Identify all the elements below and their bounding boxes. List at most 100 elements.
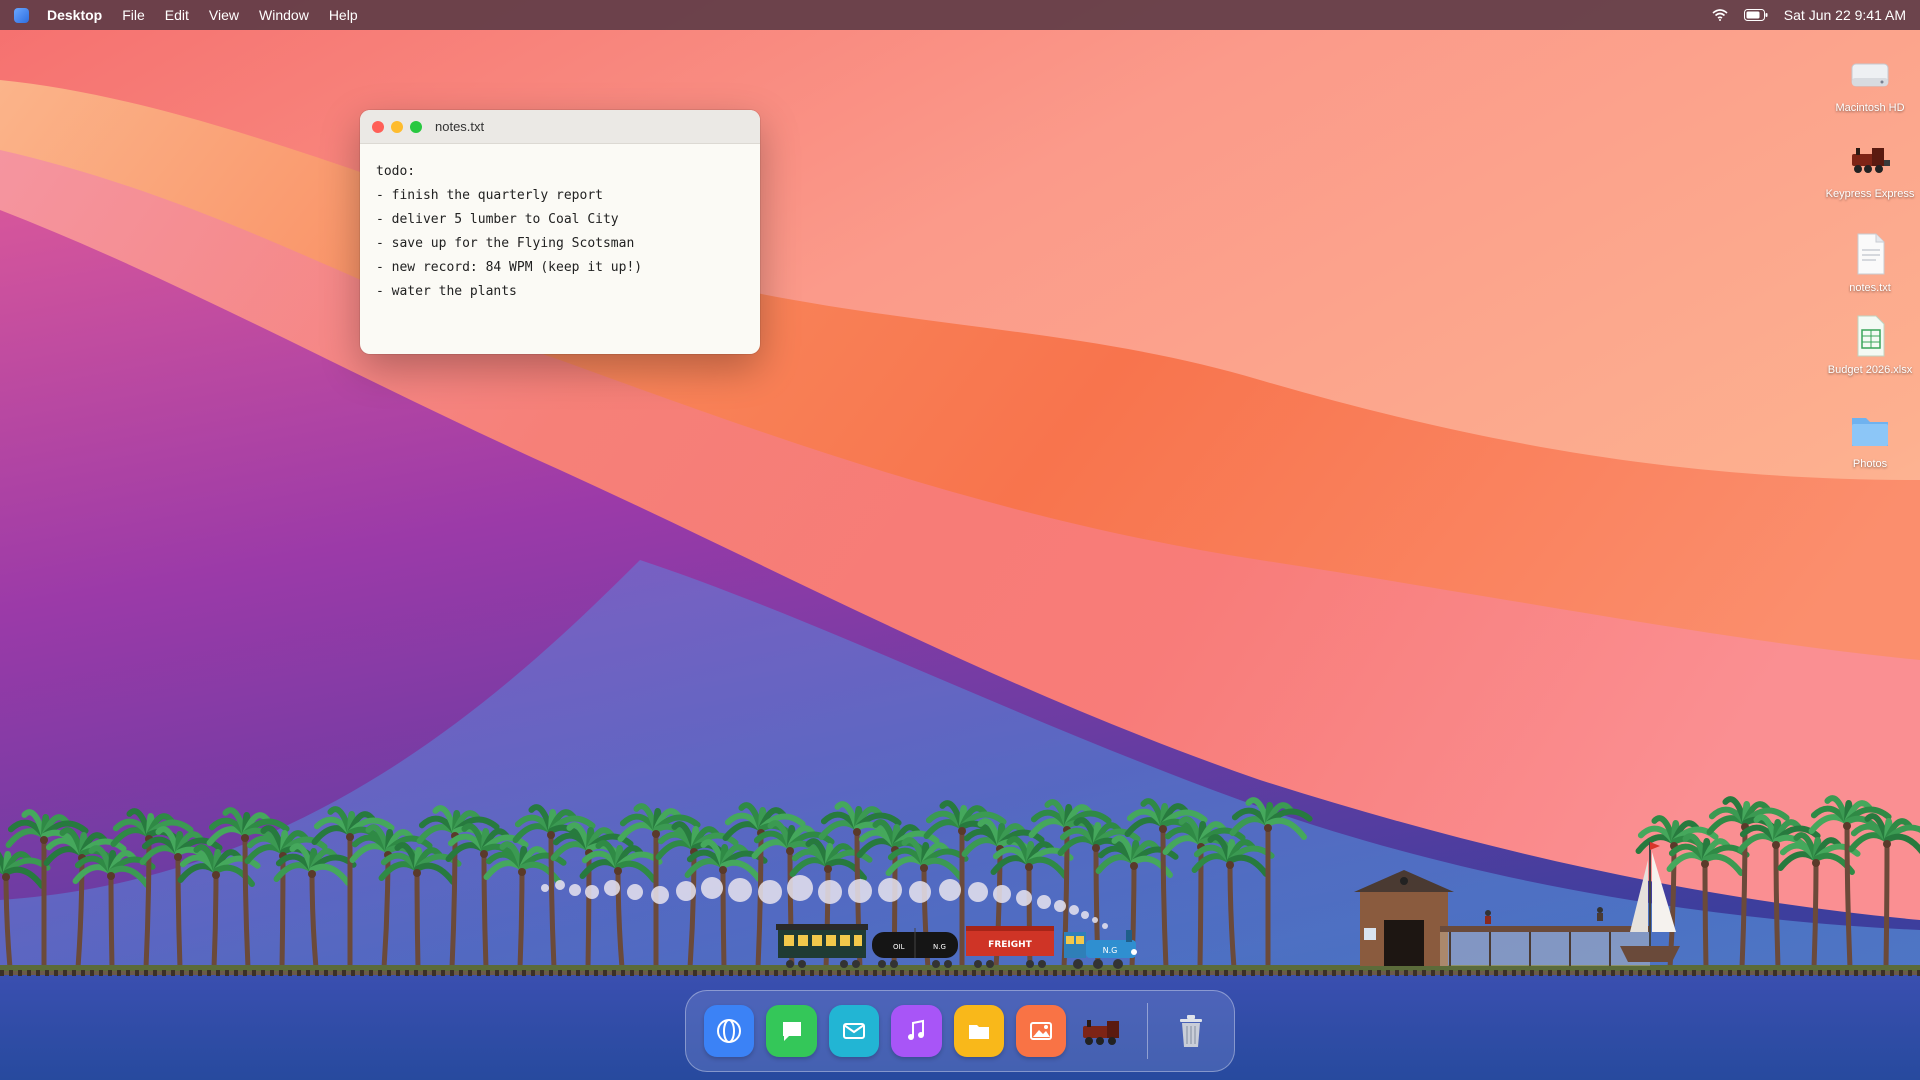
rail-tie [747, 970, 751, 976]
rail-tie [495, 970, 499, 976]
close-button[interactable] [372, 120, 384, 133]
rail-tie [1899, 970, 1903, 976]
dock-app-mail[interactable] [828, 1005, 880, 1057]
rail-tie [1368, 970, 1372, 976]
apple-menu-icon[interactable] [14, 7, 29, 23]
rail-tie [873, 970, 877, 976]
rail-tie [1251, 970, 1255, 976]
rail-tie [1737, 970, 1741, 976]
rail-tie [432, 970, 436, 976]
rail-tie [1422, 970, 1426, 976]
rail-tie [1629, 970, 1633, 976]
rail-tie [666, 970, 670, 976]
menu-view[interactable]: View [209, 7, 239, 23]
notes-text-area[interactable]: todo: - finish the quarterly report - de… [360, 144, 760, 320]
rail-tie [252, 970, 256, 976]
wifi-icon[interactable] [1712, 9, 1728, 21]
rail-tie [603, 970, 607, 976]
rail-tie [396, 970, 400, 976]
rail-tie [1530, 970, 1534, 976]
rail-tie [1062, 970, 1066, 976]
rail-tie [1476, 970, 1480, 976]
photos-icon [1030, 1022, 1053, 1040]
rail-tie [243, 970, 247, 976]
menu-help[interactable]: Help [329, 7, 358, 23]
dock-app-music[interactable] [891, 1005, 942, 1057]
rail-tie [126, 970, 130, 976]
rail-tie [1557, 970, 1561, 976]
rail-tie [135, 970, 139, 976]
rail-tie [1800, 970, 1804, 976]
rail-tie [324, 970, 328, 976]
dock-app-keypress-express[interactable] [1078, 1005, 1128, 1057]
palm-tree [72, 845, 156, 969]
palm-tree [1229, 797, 1313, 968]
dock-app-messages[interactable] [766, 1005, 817, 1057]
desktop-icon-macintosh-hd[interactable]: Macintosh HD [1820, 50, 1920, 115]
desktop-icon-keypress-express[interactable]: Keypress Express [1820, 136, 1920, 201]
zoom-button[interactable] [410, 120, 422, 133]
rail-tie [333, 970, 337, 976]
rail-tie [378, 970, 382, 976]
desktop-icon-photos[interactable]: Photos [1820, 406, 1920, 471]
palm-tree [1848, 813, 1920, 969]
rail-tie [1674, 970, 1678, 976]
rail-tie [702, 970, 706, 976]
rail-tie [1701, 970, 1705, 976]
rail-tie [1287, 970, 1291, 976]
battery-icon[interactable] [1743, 9, 1768, 21]
desktop-icon-notes[interactable]: notes.txt [1820, 230, 1920, 295]
active-app-name[interactable]: Desktop [47, 7, 102, 23]
rail-tie [1215, 970, 1219, 976]
minimize-button[interactable] [391, 120, 403, 133]
rail-tie [1305, 970, 1309, 976]
spreadsheet-icon [1857, 315, 1885, 357]
palm-tree [0, 851, 51, 969]
rail-tie [261, 970, 265, 976]
rail-tie [1818, 970, 1822, 976]
menu-clock[interactable]: Sat Jun 22 9:41 AM [1784, 7, 1906, 23]
desktop-icon-budget[interactable]: Budget 2026.xlsx [1820, 312, 1920, 377]
rail-tie [1782, 970, 1786, 976]
rail-tie [1485, 970, 1489, 976]
folder-icon [968, 1025, 989, 1039]
rail-tie [1467, 970, 1471, 976]
rail-tie [1053, 970, 1057, 976]
palm-tree [684, 839, 768, 969]
menu-window[interactable]: Window [259, 7, 309, 23]
rail-tie [630, 970, 634, 976]
rail-tie [1134, 970, 1138, 976]
dock-trash[interactable] [1166, 1005, 1216, 1057]
desktop-scenery: OIL N.G FREIGHT N.G [0, 795, 1920, 976]
rail-tie [1719, 970, 1723, 976]
rail-tie [1026, 970, 1030, 976]
rail-tie [1503, 970, 1507, 976]
rail-tie [1161, 970, 1165, 976]
dock-app-browser[interactable] [704, 1005, 755, 1057]
rail-tie [387, 970, 391, 976]
dock-app-photos[interactable] [1015, 1005, 1067, 1057]
desktop-icon-label: Budget 2026.xlsx [1827, 364, 1913, 376]
rail-tie [828, 970, 832, 976]
menu-edit[interactable]: Edit [165, 7, 189, 23]
rail-tie [945, 970, 949, 976]
rail-tie [153, 970, 157, 976]
dock-app-files[interactable] [953, 1005, 1004, 1057]
rail-tie [774, 970, 778, 976]
locomotive-icon [1852, 148, 1890, 173]
rail-tie [1413, 970, 1417, 976]
rail-tie [18, 970, 22, 976]
rail-tie [1773, 970, 1777, 976]
rail-tie [351, 970, 355, 976]
rail-tie [1233, 970, 1237, 976]
window-titlebar[interactable]: notes.txt [360, 110, 760, 144]
rail-tie [90, 970, 94, 976]
palm-tree [1191, 834, 1275, 969]
menu-file[interactable]: File [122, 7, 145, 23]
rail-tie [1611, 970, 1615, 976]
engine-label: N.G [1103, 946, 1118, 955]
rail-tie [54, 970, 58, 976]
rail-tie [1620, 970, 1624, 976]
rail-tie [954, 970, 958, 976]
rail-tie [1431, 970, 1435, 976]
